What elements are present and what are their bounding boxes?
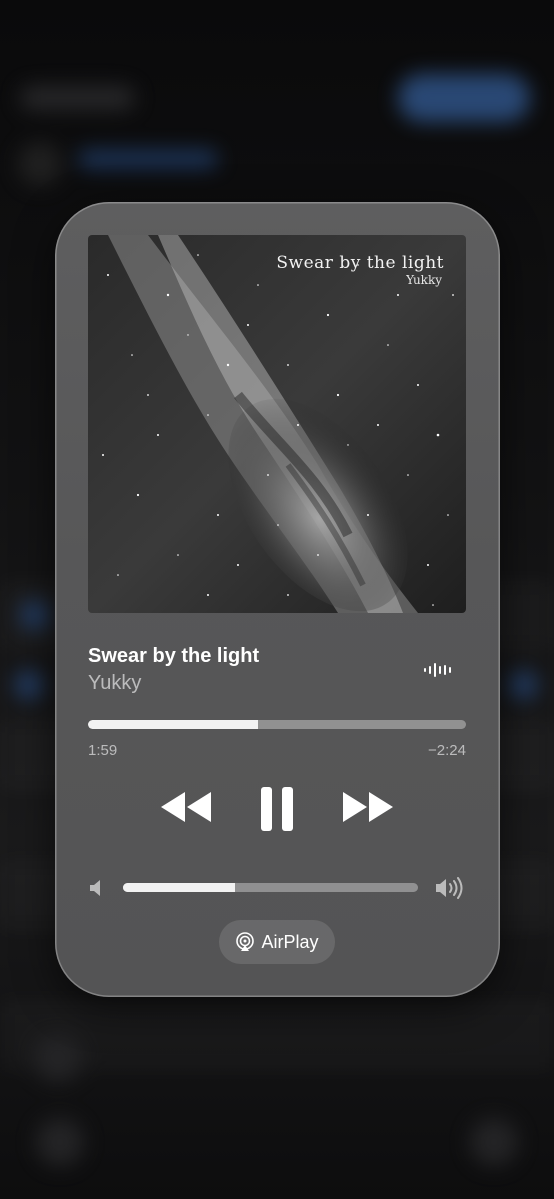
background-blur-shape [20, 600, 50, 630]
background-blur-shape [18, 142, 62, 186]
background-blur-shape [36, 1118, 84, 1166]
remaining-time: −2:24 [428, 742, 466, 759]
airplay-icon [236, 932, 255, 951]
song-title[interactable]: Swear by the light [88, 645, 259, 668]
background-blur-shape [470, 1118, 518, 1166]
song-artist[interactable]: Yukky [88, 672, 141, 695]
speaker-low-icon [90, 880, 100, 896]
background-blur-shape [508, 670, 538, 700]
waveform-icon [424, 663, 451, 677]
lock-screen: Swear by the light Yukky Swear by the li… [0, 0, 554, 1199]
playback-progress-fill [88, 720, 259, 729]
pause-icon[interactable] [259, 785, 295, 833]
background-blur-shape [34, 1034, 82, 1082]
playback-scrubber[interactable] [88, 720, 466, 729]
now-playing-card: Swear by the light Yukky Swear by the li… [55, 202, 500, 997]
artwork-artist-text: Yukky [406, 273, 442, 287]
airplay-label: AirPlay [261, 931, 319, 952]
airplay-button[interactable]: AirPlay [219, 920, 335, 964]
album-artwork[interactable]: Swear by the light Yukky [88, 235, 466, 613]
volume-fill [123, 883, 236, 892]
background-blur-shape [398, 74, 530, 122]
artwork-title-text: Swear by the light [276, 253, 444, 273]
background-blur-shape [0, 1000, 554, 1070]
background-blur-shape [78, 150, 218, 168]
speaker-high-icon [436, 877, 463, 899]
rewind-icon[interactable] [159, 790, 213, 824]
background-blur-shape [14, 670, 44, 700]
elapsed-time: 1:59 [88, 742, 118, 759]
volume-slider[interactable] [123, 883, 418, 892]
fast-forward-icon[interactable] [341, 790, 395, 824]
background-blur-shape [20, 86, 135, 110]
milky-way-image [88, 235, 466, 613]
